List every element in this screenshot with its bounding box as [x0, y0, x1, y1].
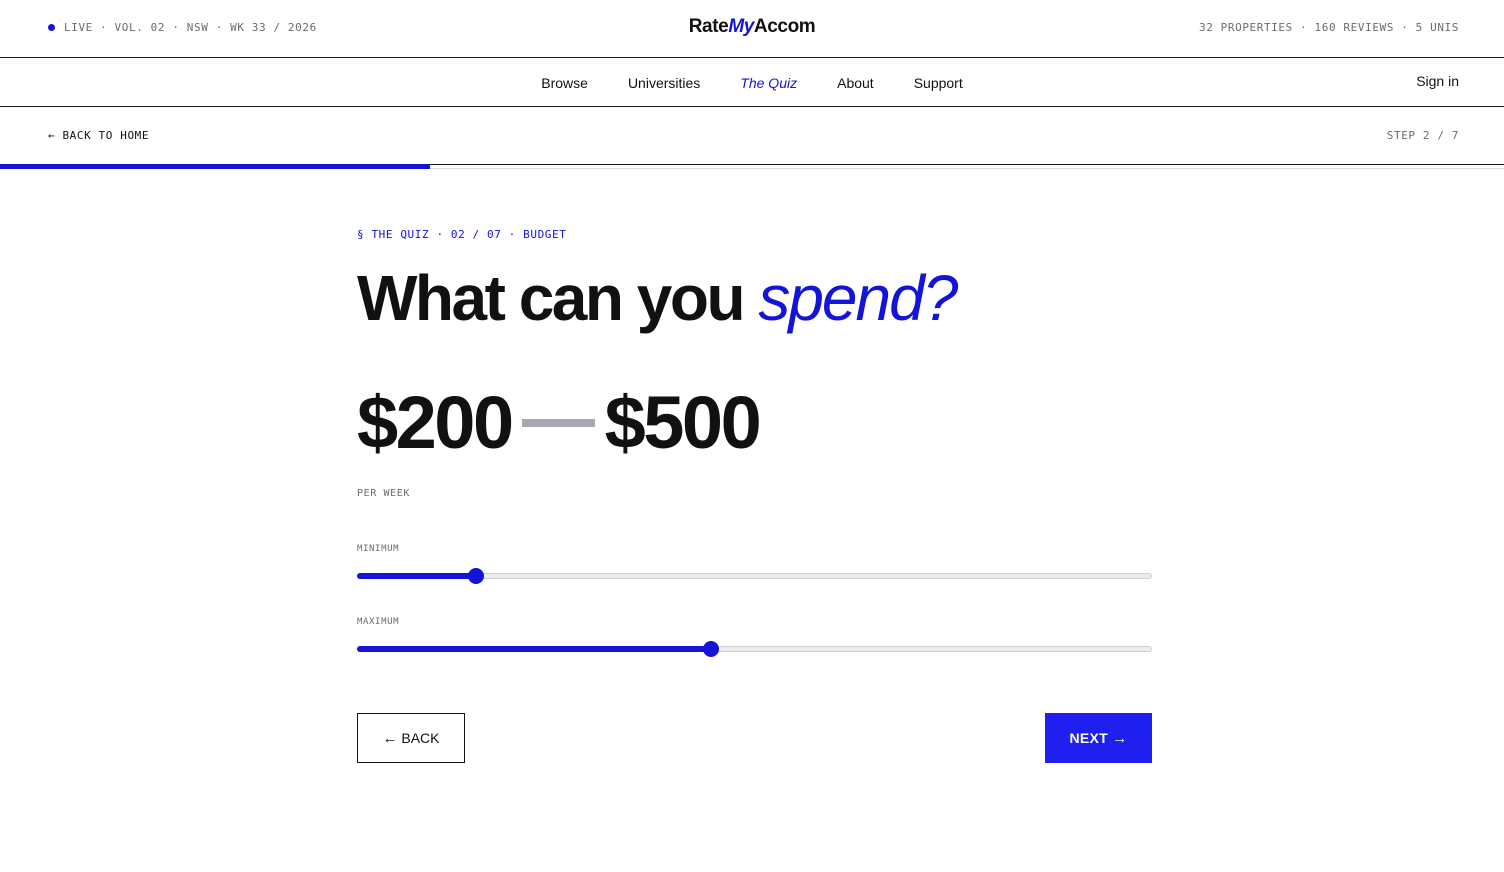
nav-item-browse[interactable]: Browse [541, 75, 588, 91]
nav-item-the-quiz[interactable]: The Quiz [740, 75, 797, 91]
sign-in-link[interactable]: Sign in [1416, 73, 1459, 89]
minimum-slider-block: MINIMUM [357, 544, 1152, 584]
nav-links: Browse Universities The Quiz About Suppo… [0, 59, 1504, 107]
maximum-slider[interactable] [357, 641, 1152, 657]
quiz-main: § THE QUIZ · 02 / 07 · BUDGET What can y… [357, 220, 1152, 763]
quiz-eyebrow: § THE QUIZ · 02 / 07 · BUDGET [357, 228, 567, 241]
maximum-label: MAXIMUM [357, 617, 400, 627]
max-budget-value: $500 [604, 381, 762, 464]
maximum-slider-thumb[interactable] [703, 641, 719, 657]
nav-item-about[interactable]: About [837, 75, 874, 91]
logo-text-rate: Rate [688, 16, 729, 37]
budget-range-display: $200 $500 [357, 381, 762, 464]
back-button[interactable]: ← BACK [357, 713, 465, 763]
minimum-slider-fill [357, 573, 476, 579]
minimum-label: MINIMUM [357, 544, 400, 554]
next-button[interactable]: NEXT → [1045, 713, 1152, 763]
page-title: What can you spend? [357, 266, 1152, 330]
next-button-label: NEXT [1069, 730, 1109, 746]
quiz-progress-bar [0, 164, 1504, 169]
maximum-slider-block: MAXIMUM [357, 617, 1152, 657]
site-stats: 32 PROPERTIES · 160 REVIEWS · 5 UNIS [1198, 21, 1459, 34]
maximum-slider-fill [357, 646, 711, 652]
arrow-left-icon: ← [382, 729, 398, 747]
headline-accent: spend? [758, 262, 958, 334]
logo-text-accom: Accom [753, 16, 816, 37]
quiz-subbar: ← BACK TO HOME STEP 2 / 7 [0, 108, 1504, 165]
back-to-home-link[interactable]: ← BACK TO HOME [48, 129, 149, 142]
back-button-label: BACK [401, 730, 440, 746]
step-indicator: STEP 2 / 7 [1386, 129, 1459, 142]
budget-unit: PER WEEK [357, 488, 410, 499]
arrow-right-icon: → [1112, 729, 1128, 747]
range-dash [521, 419, 595, 427]
logo-text-my: My [728, 16, 754, 37]
progress-fill [0, 164, 430, 169]
minimum-slider[interactable] [357, 568, 1152, 584]
nav-item-universities[interactable]: Universities [628, 75, 700, 91]
main-nav: Browse Universities The Quiz About Suppo… [0, 59, 1504, 107]
top-meta-bar: LIVE · VOL. 02 · NSW · WK 33 / 2026 Rate… [0, 0, 1504, 58]
minimum-slider-thumb[interactable] [468, 568, 484, 584]
min-budget-value: $200 [357, 381, 514, 464]
headline-plain: What can you [357, 262, 759, 334]
nav-item-support[interactable]: Support [914, 75, 963, 91]
